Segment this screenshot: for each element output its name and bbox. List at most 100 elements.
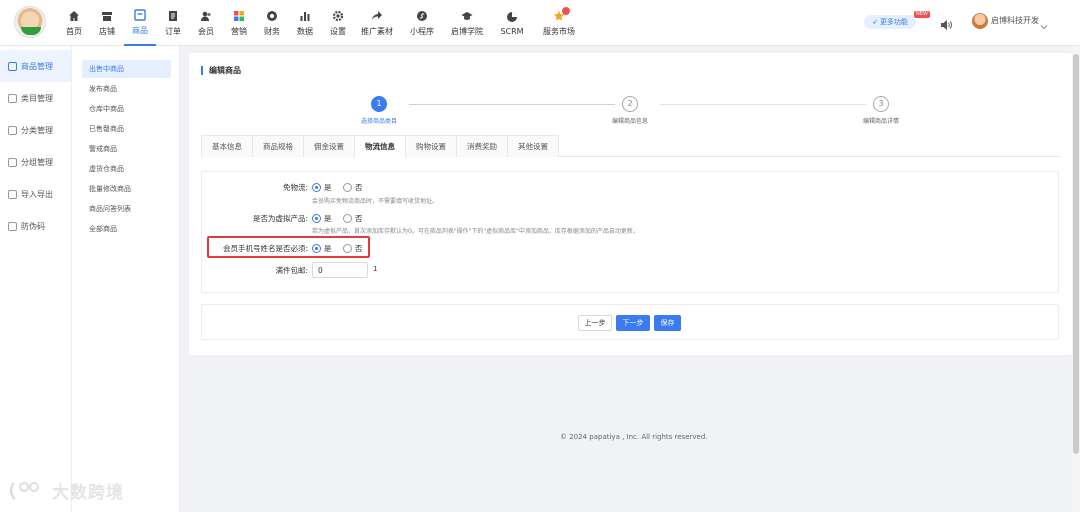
action-bar: 上一步 下一步 保存 [201, 304, 1059, 340]
nav-data[interactable]: 数据 [289, 0, 321, 46]
rocket-icon: ➶ [872, 18, 878, 26]
nav-product[interactable]: 商品 [124, 0, 156, 46]
subnav-all-products[interactable]: 全部商品 [82, 220, 171, 238]
store-icon [101, 10, 113, 22]
category-icon [8, 93, 17, 103]
page-title: 编辑商品 [201, 66, 241, 75]
tab-other[interactable]: 其他设置 [507, 135, 559, 157]
free-shipping-hint: 会员购买免物流商品时，不需要填写收货地址。 [312, 198, 439, 205]
subnav-alert[interactable]: 警戒商品 [82, 140, 171, 158]
secondary-sidebar: 出售中商品 发布商品 仓库中商品 已售罄商品 警戒商品 虚货仓商品 批量修改商品… [72, 46, 180, 512]
scrm-icon [506, 11, 518, 23]
nav-promo-material[interactable]: 推广素材 [355, 0, 399, 46]
free-shipping-yes-radio[interactable]: 是 [312, 182, 332, 193]
page-scrollbar[interactable] [1072, 46, 1080, 512]
tab-purchase[interactable]: 购物设置 [405, 135, 457, 157]
main-nav: 首页 店铺 商品 订单 会员 营销 财务 数据 设置 推广素材 小程序 启博学院… [58, 0, 584, 46]
share-icon [371, 10, 383, 22]
product-tabs: 基本信息 商品规格 佣金设置 物流信息 购物设置 消费奖励 其他设置 [201, 135, 1061, 158]
nav-scrm[interactable]: SCRM [490, 0, 534, 46]
chevron-down-icon[interactable] [1040, 16, 1048, 30]
sidebar-item-category-management[interactable]: 类目管理 [0, 82, 71, 114]
watermark: 大数跨境 [8, 478, 124, 503]
free-ship-full-input[interactable] [312, 262, 368, 278]
step-connector-2 [660, 104, 866, 105]
primary-sidebar: 商品管理 类目管理 分类管理 分组管理 导入导出 防伪码 [0, 46, 72, 512]
notification-badge [562, 6, 570, 15]
sidebar-item-anti-fake-code[interactable]: 防伪码 [0, 210, 71, 242]
prev-step-button[interactable]: 上一步 [578, 315, 612, 331]
user-name[interactable]: 启博科技开发 [991, 15, 1039, 26]
finance-icon [266, 10, 278, 22]
nav-store[interactable]: 店铺 [91, 0, 123, 46]
sidebar-item-classification-management[interactable]: 分类管理 [0, 114, 71, 146]
subnav-virtual-warehouse[interactable]: 虚货仓商品 [82, 160, 171, 178]
order-icon [167, 10, 179, 22]
free-ship-full-suffix: 1 [373, 265, 378, 273]
nav-marketing[interactable]: 营销 [223, 0, 255, 46]
data-icon [299, 10, 311, 22]
sidebar-item-product-management[interactable]: 商品管理 [0, 50, 71, 82]
product-icon [134, 8, 146, 21]
import-export-icon [8, 189, 17, 199]
save-button[interactable]: 保存 [654, 315, 681, 331]
free-shipping-label: 免物流: [282, 183, 308, 192]
watermark-logo-icon [9, 481, 39, 500]
nav-miniprogram[interactable]: 小程序 [400, 0, 444, 46]
service-market-icon [553, 6, 570, 22]
tab-logistics[interactable]: 物流信息 [354, 135, 406, 158]
footer-copyright: © 2024 papatiya , Inc. All rights reserv… [560, 433, 708, 441]
avatar[interactable] [972, 13, 988, 29]
academy-icon [461, 10, 473, 22]
virtual-product-no-radio[interactable]: 否 [343, 213, 363, 224]
member-icon [200, 10, 212, 22]
subnav-on-sale[interactable]: 出售中商品 [82, 60, 171, 78]
virtual-product-hint: 若为虚拟产品，首次添加库存默认为0。可在商品列表"操作"下的"虚拟商品库"中添加… [312, 228, 639, 235]
classification-icon [8, 125, 17, 135]
step-1[interactable]: 1 选择商品类目 [339, 96, 419, 125]
nav-service-market[interactable]: 服务市场 [535, 0, 583, 46]
free-ship-full-label: 满件包邮: [275, 266, 308, 275]
edit-product-panel: 编辑商品 1 选择商品类目 2 编辑商品信息 3 编辑商品详情 基本信息 商品规… [189, 53, 1072, 355]
step-connector-1 [409, 104, 615, 105]
nav-finance[interactable]: 财务 [256, 0, 288, 46]
step-2[interactable]: 2 编辑商品信息 [590, 96, 670, 125]
progress-steps: 1 选择商品类目 2 编辑商品信息 3 编辑商品详情 [349, 96, 909, 136]
scroll-thumb[interactable] [1073, 54, 1079, 454]
tab-spec[interactable]: 商品规格 [252, 135, 304, 157]
group-icon [8, 157, 17, 167]
brand-logo[interactable] [14, 6, 46, 38]
tab-basic-info[interactable]: 基本信息 [201, 135, 253, 157]
product-management-icon [8, 61, 17, 71]
virtual-product-label: 是否为虚拟产品: [252, 214, 308, 223]
miniprogram-icon [416, 10, 428, 22]
sidebar-item-import-export[interactable]: 导入导出 [0, 178, 71, 210]
logistics-form: 免物流: 是 否 会员购买免物流商品时，不需要填写收货地址。 是否为虚拟产品: … [201, 171, 1059, 293]
highlight-box [207, 236, 370, 258]
more-features-button[interactable]: ➶ 更多功能 [864, 15, 916, 29]
nav-settings[interactable]: 设置 [322, 0, 354, 46]
subnav-qa-list[interactable]: 商品问答列表 [82, 200, 171, 218]
home-icon [68, 10, 80, 22]
speaker-icon[interactable] [940, 16, 952, 30]
new-tag: NEW [914, 11, 930, 18]
subnav-publish[interactable]: 发布商品 [82, 80, 171, 98]
top-navbar: 首页 店铺 商品 订单 会员 营销 财务 数据 设置 推广素材 小程序 启博学院… [0, 0, 1080, 46]
anti-fake-icon [8, 221, 17, 231]
tab-commission[interactable]: 佣金设置 [303, 135, 355, 157]
nav-order[interactable]: 订单 [157, 0, 189, 46]
next-step-button[interactable]: 下一步 [616, 315, 650, 331]
subnav-warehouse[interactable]: 仓库中商品 [82, 100, 171, 118]
nav-academy[interactable]: 启博学院 [445, 0, 489, 46]
subnav-batch-edit[interactable]: 批量修改商品 [82, 180, 171, 198]
subnav-sold-out[interactable]: 已售罄商品 [82, 120, 171, 138]
virtual-product-yes-radio[interactable]: 是 [312, 213, 332, 224]
sidebar-item-group-management[interactable]: 分组管理 [0, 146, 71, 178]
nav-home[interactable]: 首页 [58, 0, 90, 46]
nav-member[interactable]: 会员 [190, 0, 222, 46]
gear-icon [332, 10, 344, 22]
free-shipping-no-radio[interactable]: 否 [343, 182, 363, 193]
marketing-icon [233, 10, 245, 22]
tab-consume-reward[interactable]: 消费奖励 [456, 135, 508, 157]
step-3[interactable]: 3 编辑商品详情 [841, 96, 921, 125]
